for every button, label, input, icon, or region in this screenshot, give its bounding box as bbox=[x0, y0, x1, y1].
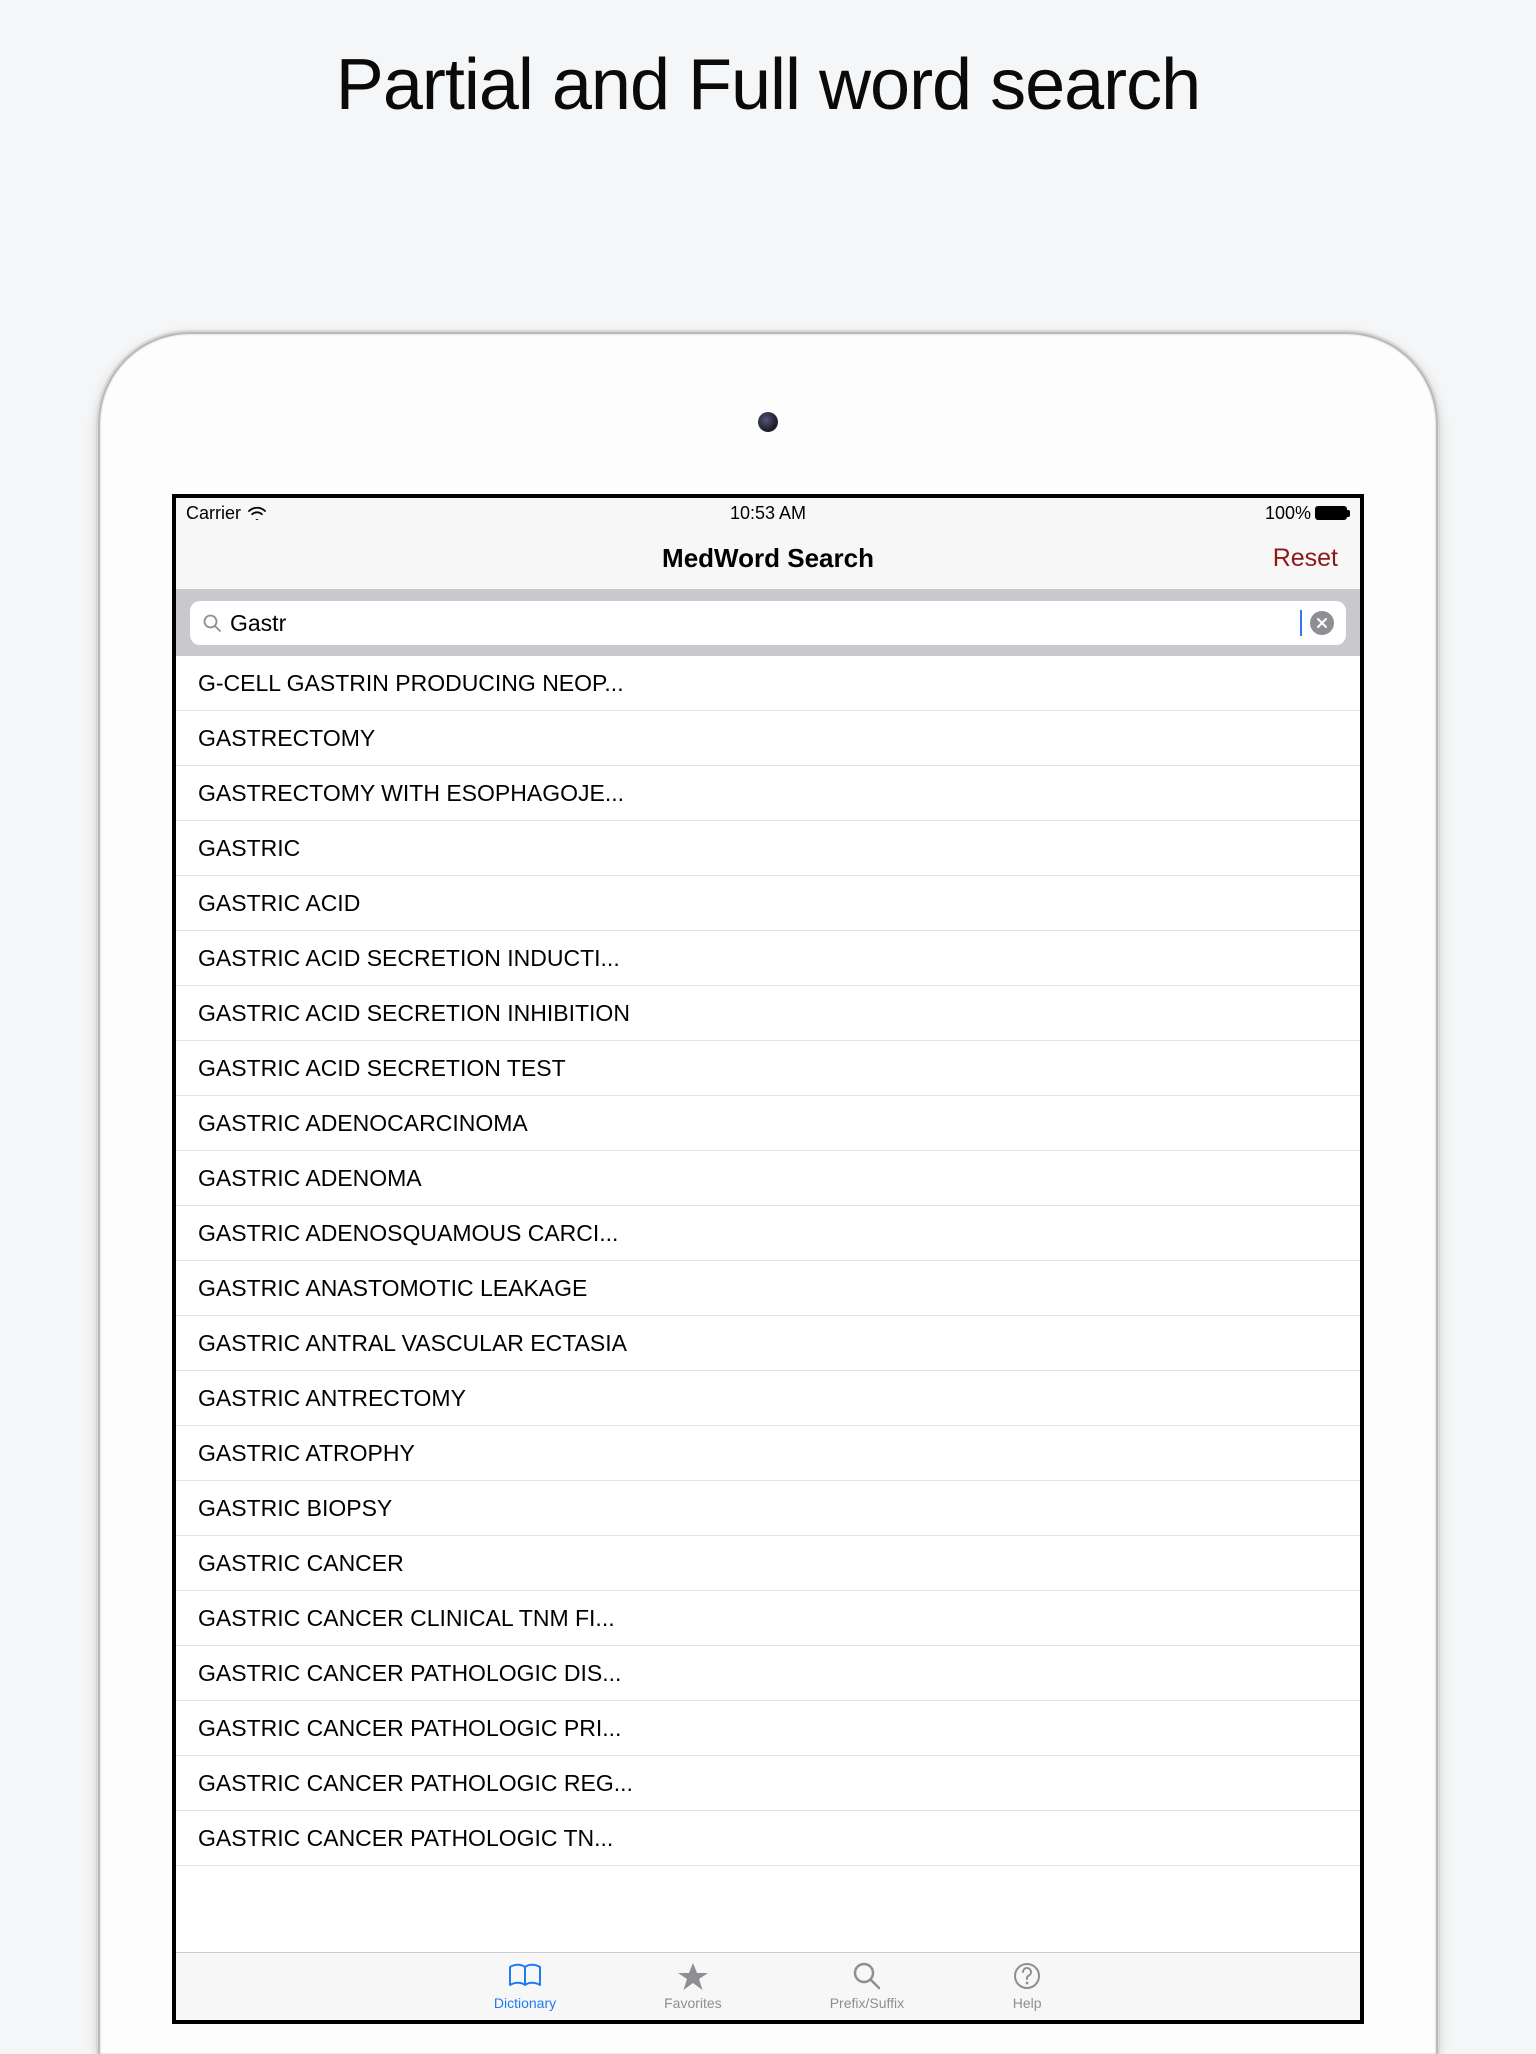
list-item[interactable]: GASTRIC ADENOSQUAMOUS CARCI... bbox=[176, 1206, 1360, 1261]
list-item[interactable]: GASTRIC ANTRECTOMY bbox=[176, 1371, 1360, 1426]
tab-help[interactable]: Help bbox=[1012, 1959, 1042, 2011]
list-item[interactable]: GASTRIC ADENOCARCINOMA bbox=[176, 1096, 1360, 1151]
list-item[interactable]: GASTRIC BIOPSY bbox=[176, 1481, 1360, 1536]
list-item[interactable]: GASTRIC ACID bbox=[176, 876, 1360, 931]
battery-pct-label: 100% bbox=[1265, 503, 1311, 524]
list-item[interactable]: GASTRIC CANCER CLINICAL TNM FI... bbox=[176, 1591, 1360, 1646]
page-title: MedWord Search bbox=[662, 543, 874, 574]
list-item[interactable]: GASTRIC ADENOMA bbox=[176, 1151, 1360, 1206]
book-icon bbox=[507, 1959, 543, 1993]
text-caret bbox=[1300, 610, 1302, 636]
status-bar: Carrier 10:53 AM 100% bbox=[176, 498, 1360, 528]
list-item[interactable]: GASTRECTOMY bbox=[176, 711, 1360, 766]
list-item[interactable]: GASTRIC ATROPHY bbox=[176, 1426, 1360, 1481]
tab-prefix-suffix[interactable]: Prefix/Suffix bbox=[830, 1959, 904, 2011]
results-list: G-CELL GASTRIN PRODUCING NEOP...GASTRECT… bbox=[176, 656, 1360, 1866]
list-item[interactable]: GASTRIC ANASTOMOTIC LEAKAGE bbox=[176, 1261, 1360, 1316]
search-field[interactable] bbox=[190, 601, 1346, 645]
search-input[interactable] bbox=[230, 610, 1298, 637]
ipad-camera bbox=[758, 412, 778, 432]
tab-label: Dictionary bbox=[494, 1995, 556, 2011]
clear-search-button[interactable] bbox=[1310, 611, 1334, 635]
list-item[interactable]: GASTRIC ANTRAL VASCULAR ECTASIA bbox=[176, 1316, 1360, 1371]
carrier-label: Carrier bbox=[186, 503, 241, 524]
list-item[interactable]: GASTRIC CANCER PATHOLOGIC PRI... bbox=[176, 1701, 1360, 1756]
search-bar-container bbox=[176, 590, 1360, 656]
tab-label: Help bbox=[1013, 1995, 1042, 2011]
tab-label: Favorites bbox=[664, 1995, 722, 2011]
wifi-icon bbox=[247, 506, 267, 520]
list-item[interactable]: GASTRIC ACID SECRETION INDUCTI... bbox=[176, 931, 1360, 986]
ipad-device-frame: Carrier 10:53 AM 100% MedWord Searc bbox=[100, 334, 1436, 2054]
list-item[interactable]: GASTRIC bbox=[176, 821, 1360, 876]
search-icon bbox=[852, 1959, 882, 1993]
tab-dictionary[interactable]: Dictionary bbox=[494, 1959, 556, 2011]
list-item[interactable]: GASTRIC ACID SECRETION INHIBITION bbox=[176, 986, 1360, 1041]
ipad-screen: Carrier 10:53 AM 100% MedWord Searc bbox=[172, 494, 1364, 2024]
battery-icon bbox=[1315, 506, 1350, 520]
star-icon bbox=[677, 1959, 709, 1993]
tab-favorites[interactable]: Favorites bbox=[664, 1959, 722, 2011]
list-item[interactable]: GASTRIC CANCER PATHOLOGIC REG... bbox=[176, 1756, 1360, 1811]
reset-button[interactable]: Reset bbox=[1273, 544, 1338, 573]
list-item[interactable]: GASTRIC CANCER PATHOLOGIC TN... bbox=[176, 1811, 1360, 1866]
list-item[interactable]: GASTRIC CANCER bbox=[176, 1536, 1360, 1591]
promo-headline: Partial and Full word search bbox=[0, 44, 1536, 126]
navigation-bar: MedWord Search Reset bbox=[176, 528, 1360, 590]
tab-bar: Dictionary Favorites Prefix/Suffix Help bbox=[176, 1952, 1360, 2020]
list-item[interactable]: GASTRIC ACID SECRETION TEST bbox=[176, 1041, 1360, 1096]
help-icon bbox=[1012, 1959, 1042, 1993]
list-item[interactable]: GASTRECTOMY WITH ESOPHAGOJE... bbox=[176, 766, 1360, 821]
tab-label: Prefix/Suffix bbox=[830, 1995, 904, 2011]
clock-label: 10:53 AM bbox=[730, 503, 806, 524]
list-item[interactable]: G-CELL GASTRIN PRODUCING NEOP... bbox=[176, 656, 1360, 711]
search-icon bbox=[202, 613, 222, 633]
list-item[interactable]: GASTRIC CANCER PATHOLOGIC DIS... bbox=[176, 1646, 1360, 1701]
